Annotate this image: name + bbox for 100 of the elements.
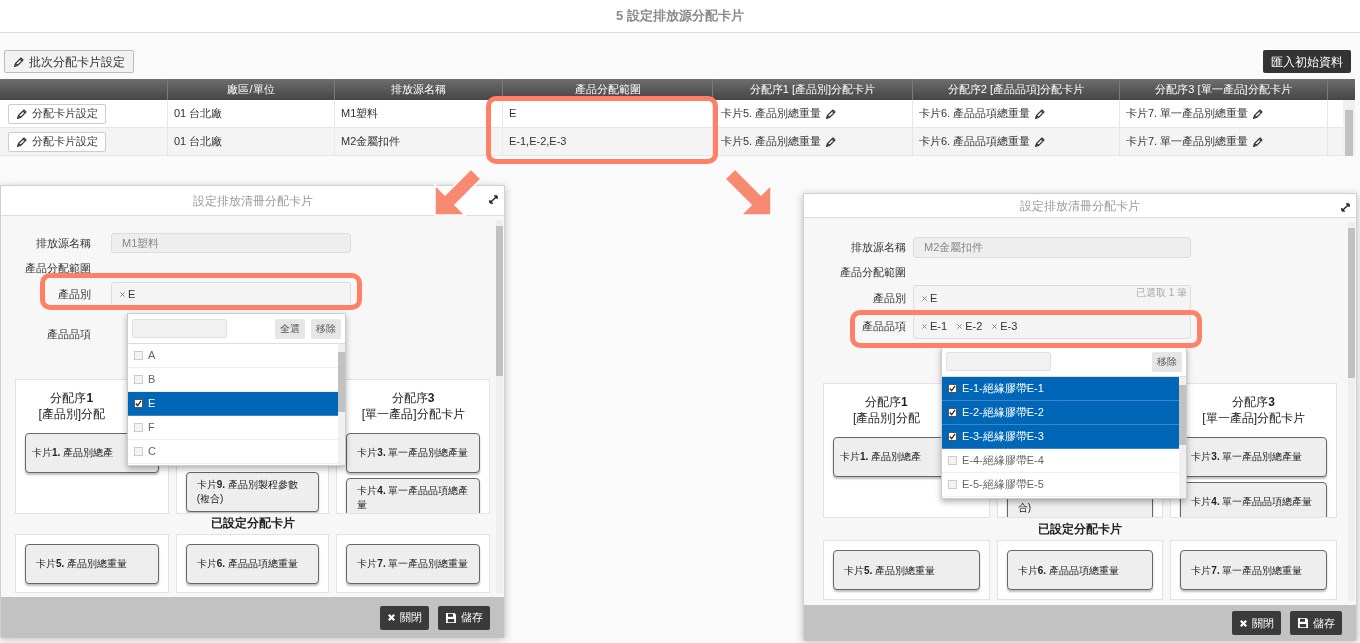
section-heading: 已設定分配卡片	[209, 515, 296, 532]
column-heading: 分配序3 [單一產品]分配卡片	[361, 390, 465, 422]
assign-card-button[interactable]: 分配卡片設定	[8, 131, 106, 152]
dropdown-option[interactable]: A	[128, 344, 338, 368]
remove-icon[interactable]	[922, 324, 927, 329]
remove-icon[interactable]	[922, 295, 927, 301]
dropdown-option[interactable]: E-1-絕緣膠帶E-1	[942, 377, 1179, 401]
checkbox[interactable]	[948, 384, 957, 393]
dropdown-option[interactable]: E-3-絕緣膠帶E-3	[942, 425, 1179, 449]
dropdown-button[interactable]: 移除	[311, 318, 341, 339]
table-cell-text: 卡片6. 產品品項總重量	[919, 106, 1031, 122]
table-cell-text: 卡片6. 產品品項總重量	[919, 134, 1031, 150]
dropdown-button[interactable]: 全選	[275, 318, 305, 339]
card-button[interactable]: 卡片5. 產品別總重量	[25, 543, 159, 584]
remove-icon[interactable]	[992, 324, 998, 329]
section-heading: 已設定分配卡片	[1037, 521, 1123, 538]
remove-icon[interactable]	[120, 291, 125, 297]
remove-icon[interactable]	[957, 324, 963, 329]
multi-select-field[interactable]: E-1 E-2 E-3	[913, 314, 1191, 339]
table-cell-text: 01 台北廠	[174, 106, 223, 122]
column-heading: 分配序1 [產品別]分配	[853, 394, 920, 426]
dialog-title: 設定排放清冊分配卡片	[1020, 197, 1140, 215]
checkbox[interactable]	[948, 408, 957, 417]
save-button[interactable]: 儲存	[438, 605, 490, 630]
scrollbar[interactable]	[338, 344, 345, 465]
chip-label: E-2	[965, 319, 983, 335]
search-field[interactable]	[132, 319, 227, 338]
table-cell-text: E	[509, 106, 517, 122]
expand-icon[interactable]	[1341, 203, 1350, 212]
save-button[interactable]: 儲存	[1290, 611, 1342, 635]
field-label: 產品分配範圍	[24, 260, 91, 276]
dropdown-option[interactable]: B	[128, 368, 338, 392]
input-field: M1塑料	[111, 233, 351, 253]
card-button[interactable]: 卡片3. 單一產品別總產量	[346, 433, 480, 473]
search-field[interactable]	[946, 352, 1051, 371]
close-button[interactable]: 關閉	[380, 605, 429, 630]
dropdown-option[interactable]: C	[128, 440, 338, 464]
scrollbar[interactable]	[496, 220, 503, 593]
chip-label: E-1	[930, 319, 948, 335]
chip-label: E-3	[1000, 319, 1018, 335]
dialog-title: 設定排放清冊分配卡片	[192, 192, 313, 210]
assign-card-button[interactable]: 分配卡片設定	[8, 103, 106, 124]
dropdown-option[interactable]: E	[128, 392, 338, 416]
dropdown-button[interactable]: 移除	[1152, 351, 1182, 372]
card-button[interactable]: 卡片6. 產品品項總重量	[1006, 550, 1154, 590]
column-heading: 分配序3 [單一產品]分配卡片	[1202, 394, 1305, 426]
dropdown-option[interactable]: E-2-絕緣膠帶E-2	[942, 401, 1179, 425]
pencil-icon	[16, 107, 28, 120]
expand-icon[interactable]	[489, 195, 498, 204]
column-header: 產品分配範圍	[503, 79, 713, 100]
scrollbar[interactable]	[1348, 222, 1355, 601]
checkbox[interactable]	[134, 399, 143, 408]
pencil-icon[interactable]	[825, 135, 838, 148]
checkbox[interactable]	[948, 432, 957, 441]
save-icon	[1297, 617, 1309, 629]
dropdown-option[interactable]: F	[128, 416, 338, 440]
dropdown-option[interactable]: E-4-絕緣膠帶E-4	[942, 449, 1179, 473]
selection-hint: 已選取 1 筆	[1135, 287, 1187, 298]
pencil-icon[interactable]	[1252, 135, 1265, 148]
close-button[interactable]: 關閉	[1232, 611, 1281, 635]
field-label: 產品品項	[46, 326, 91, 342]
pencil-icon	[16, 135, 28, 148]
card-button[interactable]: 卡片7. 單一產品別總重量	[1180, 550, 1327, 590]
table-cell-text: 卡片5. 產品別總重量	[721, 106, 822, 122]
pencil-icon[interactable]	[1034, 107, 1047, 120]
field-label: 排放源名稱	[850, 240, 906, 256]
pencil-icon	[13, 55, 25, 68]
save-icon	[445, 611, 457, 624]
table-cell-text: E-1,E-2,E-3	[509, 134, 567, 150]
field-label: 產品品項	[861, 319, 906, 335]
scrollbar[interactable]	[1343, 100, 1355, 156]
field-label: 排放源名稱	[35, 235, 91, 251]
card-button[interactable]: 卡片7. 單一產品別總重量	[346, 543, 480, 584]
table-cell-text: 卡片7. 單一產品別總重量	[1126, 134, 1249, 150]
pencil-icon[interactable]	[1034, 135, 1047, 148]
close-icon	[1239, 618, 1248, 628]
card-button[interactable]: 卡片9. 產品別製程參數(複合)	[185, 472, 320, 512]
field-label: 產品別	[872, 290, 906, 306]
scrollbar[interactable]	[1179, 377, 1186, 498]
table-cell-text: M1塑料	[341, 106, 379, 122]
pencil-icon[interactable]	[1252, 107, 1265, 120]
chip-label: E	[128, 286, 136, 302]
card-button[interactable]: 卡片6. 產品品項總重量	[185, 543, 320, 584]
chip-label: E	[930, 290, 938, 306]
card-button[interactable]: 卡片4. 單一產品品項總產量	[346, 478, 480, 513]
table-cell-text: 卡片7. 單一產品別總重量	[1126, 106, 1249, 122]
table-cell-text: M2金屬扣件	[341, 134, 401, 150]
pencil-icon[interactable]	[825, 107, 838, 120]
table-cell-text: 卡片5. 產品別總重量	[721, 134, 822, 150]
input-field: M2金屬扣件	[913, 237, 1191, 258]
batch-button[interactable]: 批次分配卡片設定	[4, 50, 134, 73]
card-button[interactable]: 卡片4. 單一產品品項總產量	[1180, 482, 1327, 517]
multi-select-field[interactable]: E 已選取 1 筆	[913, 285, 1191, 311]
dropdown-option[interactable]: E-5-絕緣膠帶E-5	[942, 473, 1179, 497]
multi-select-field[interactable]: E	[111, 282, 351, 306]
card-button[interactable]: 卡片5. 產品別總重量	[833, 550, 980, 590]
table-cell-text: 01 台北廠	[174, 134, 223, 150]
page-title: 5 設定排放源分配卡片	[616, 7, 744, 26]
field-label: 產品分配範圍	[839, 264, 906, 280]
import-button[interactable]: 匯入初始資料	[1263, 50, 1351, 73]
